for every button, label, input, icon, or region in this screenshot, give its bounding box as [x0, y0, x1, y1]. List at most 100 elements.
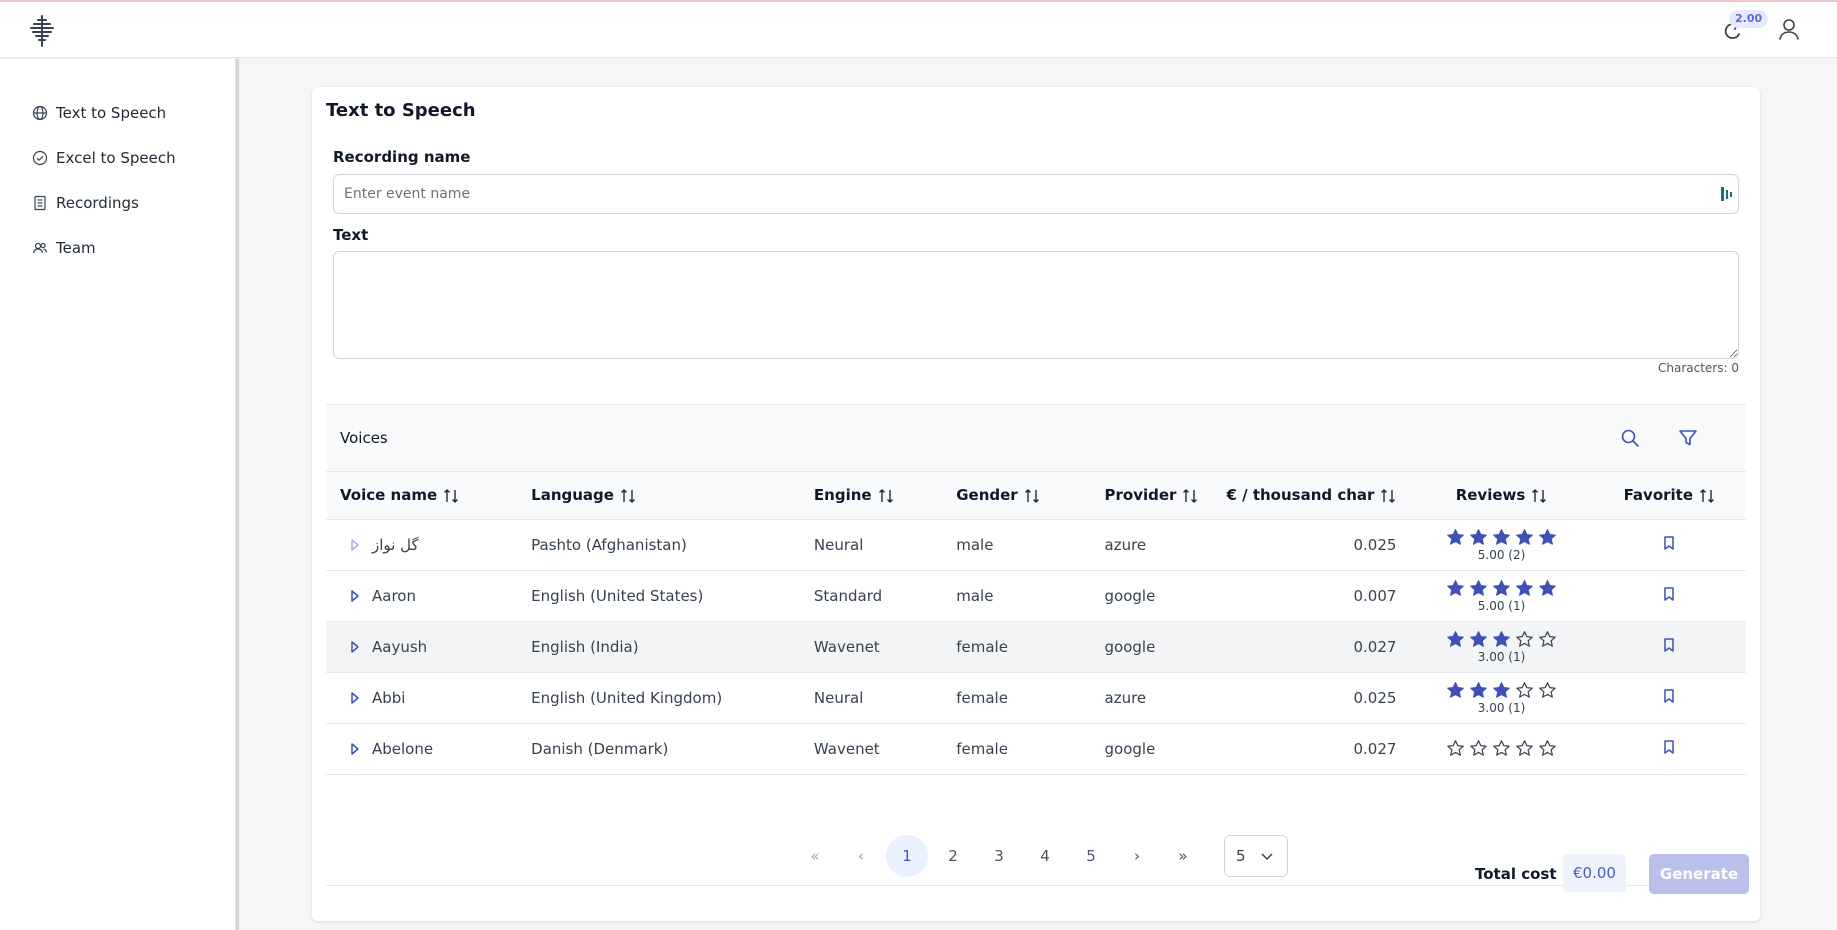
engine-cell: Neural: [813, 535, 864, 554]
play-icon[interactable]: [350, 640, 360, 654]
price-cell: 0.027: [1353, 637, 1397, 656]
recording-name-label: Recording name: [333, 148, 471, 166]
star-filled-icon: [1470, 630, 1487, 647]
gender-cell: female: [956, 637, 1008, 656]
favorite-cell: [1593, 621, 1746, 672]
price-cell: 0.007: [1353, 586, 1397, 605]
price-cell: 0.027: [1353, 739, 1397, 758]
voices-table-body: گل نواز Pashto (Afghanistan) Neural male azu…: [326, 519, 1746, 774]
voice-name-cell: Abbi: [326, 672, 517, 723]
rating-text: 5.00 (2): [1477, 547, 1526, 562]
sidebar-item-label: Excel to Speech: [56, 149, 176, 167]
bookmark-icon[interactable]: [1662, 688, 1676, 704]
generate-button[interactable]: Generate: [1649, 854, 1749, 894]
bookmark-icon[interactable]: [1662, 586, 1676, 602]
play-icon[interactable]: [350, 691, 360, 705]
star-empty-icon: [1539, 681, 1556, 698]
star-rating[interactable]: [1424, 579, 1578, 598]
play-icon[interactable]: [350, 742, 360, 756]
star-rating[interactable]: [1424, 739, 1578, 758]
page-button-1[interactable]: 1: [886, 835, 928, 877]
sort-icon: [878, 488, 893, 503]
sidebar-item-team[interactable]: Team: [32, 236, 96, 260]
voice-input-icon[interactable]: [1720, 185, 1734, 203]
sidebar-item-excel-to-speech[interactable]: Excel to Speech: [32, 146, 176, 170]
provider-cell: azure: [1104, 688, 1147, 707]
page-button-4[interactable]: 4: [1024, 835, 1066, 877]
table-row[interactable]: Abelone Danish (Denmark) Wavenet female goog…: [326, 723, 1746, 774]
sort-icon: [620, 488, 635, 503]
page-size-value: 5: [1236, 847, 1246, 865]
user-icon[interactable]: [1776, 16, 1802, 42]
search-icon[interactable]: [1619, 427, 1641, 449]
price-cell: 0.025: [1353, 535, 1397, 554]
sidebar-item-recordings[interactable]: Recordings: [32, 191, 139, 215]
language-cell: Danish (Denmark): [531, 739, 669, 758]
provider-cell: azure: [1104, 535, 1147, 554]
page-button-2[interactable]: 2: [932, 835, 974, 877]
star-empty-icon: [1493, 740, 1510, 756]
column-engine[interactable]: Engine: [799, 472, 943, 520]
column-gender[interactable]: Gender: [942, 472, 1091, 520]
table-row[interactable]: گل نواز Pashto (Afghanistan) Neural male azu…: [326, 519, 1746, 570]
voices-title: Voices: [340, 429, 388, 447]
column-provider[interactable]: Provider: [1090, 472, 1213, 520]
page-size-select[interactable]: 5: [1224, 835, 1288, 877]
bookmark-icon[interactable]: [1662, 535, 1676, 551]
first-page-button[interactable]: «: [794, 835, 836, 877]
table-row[interactable]: Abbi English (United Kingdom) Neural female…: [326, 672, 1746, 723]
star-filled-icon: [1470, 681, 1487, 698]
character-count: Characters: 0: [1658, 361, 1739, 375]
table-row[interactable]: Aaron English (United States) Standard male…: [326, 570, 1746, 621]
star-empty-icon: [1516, 740, 1533, 756]
column-favorite[interactable]: Favorite: [1592, 472, 1746, 520]
sort-icon: [444, 488, 459, 503]
last-page-button[interactable]: »: [1162, 835, 1204, 877]
total-cost-value: €0.00: [1563, 854, 1626, 892]
recording-name-input[interactable]: [333, 174, 1739, 214]
column-reviews[interactable]: Reviews: [1410, 472, 1593, 520]
provider-cell: google: [1104, 739, 1156, 758]
voice-name: گل نواز: [372, 535, 419, 554]
star-filled-icon: [1539, 528, 1556, 545]
next-page-button[interactable]: ›: [1116, 835, 1158, 877]
waveform-logo-icon[interactable]: [28, 14, 56, 48]
play-icon[interactable]: [350, 538, 360, 552]
star-rating[interactable]: [1424, 528, 1578, 547]
engine-cell: Neural: [813, 688, 864, 707]
reviews-cell: 5.00 (2): [1410, 519, 1592, 570]
favorite-cell: [1593, 570, 1746, 621]
sidebar-item-text-to-speech[interactable]: Text to Speech: [32, 101, 166, 125]
sort-icon: [1183, 488, 1198, 503]
bookmark-icon[interactable]: [1662, 637, 1676, 653]
star-rating[interactable]: [1424, 630, 1578, 649]
voice-name-cell: گل نواز: [326, 519, 517, 570]
play-icon[interactable]: [350, 589, 360, 603]
engine-cell: Wavenet: [813, 637, 880, 656]
sidebar-item-label: Recordings: [56, 194, 139, 212]
voice-name: Aaron: [372, 586, 416, 605]
filter-icon[interactable]: [1677, 427, 1699, 449]
star-rating[interactable]: [1424, 681, 1578, 700]
voices-header: Voices: [326, 405, 1746, 472]
rating-text: 3.00 (1): [1477, 700, 1526, 715]
voice-name: Aayush: [372, 637, 428, 656]
engine-cell: Wavenet: [813, 739, 880, 758]
page-button-5[interactable]: 5: [1070, 835, 1112, 877]
text-input[interactable]: [333, 251, 1739, 359]
column-language[interactable]: Language: [517, 472, 800, 520]
sidebar-item-label: Text to Speech: [56, 104, 167, 122]
prev-page-button[interactable]: ‹: [840, 835, 882, 877]
sort-icon: [1024, 488, 1039, 503]
star-filled-icon: [1470, 528, 1487, 545]
voice-name-cell: Aayush: [326, 621, 517, 672]
column-voice-name[interactable]: Voice name: [326, 472, 518, 520]
table-row[interactable]: Aayush English (India) Wavenet female google…: [326, 621, 1746, 672]
bookmark-icon[interactable]: [1662, 739, 1676, 755]
text-label: Text: [333, 226, 369, 244]
sidebar-item-label: Team: [56, 239, 96, 257]
column-price[interactable]: € / thousand char: [1212, 472, 1411, 520]
page-button-3[interactable]: 3: [978, 835, 1020, 877]
engine-cell: Standard: [813, 586, 883, 605]
sort-icon: [1700, 488, 1715, 503]
